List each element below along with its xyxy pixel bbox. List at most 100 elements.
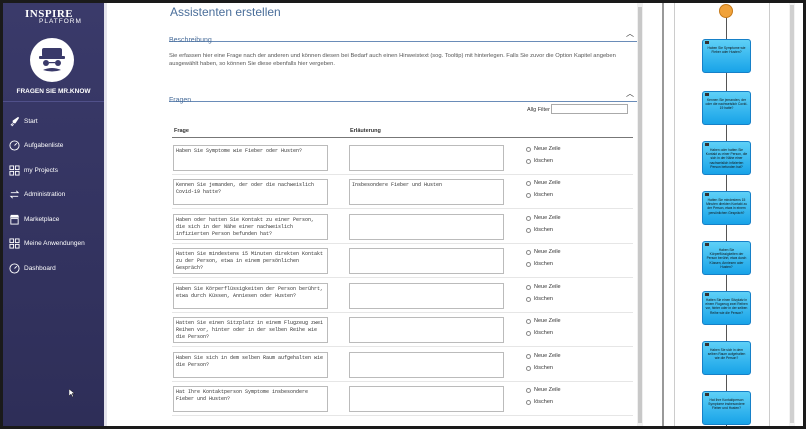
new-row-label: Neue Zeile: [534, 180, 561, 186]
flow-node[interactable]: Hatten Sie mindestens 15 Minuten direkte…: [702, 191, 751, 225]
radio-icon[interactable]: [526, 296, 531, 302]
task-icon: [705, 41, 709, 44]
explanation-field[interactable]: [349, 317, 504, 343]
sidebar-item-marketplace[interactable]: Marketplace: [8, 207, 85, 232]
new-row-option[interactable]: Neue Zeile: [526, 146, 561, 152]
new-row-option[interactable]: Neue Zeile: [526, 284, 561, 290]
page-title: Assistenten erstellen: [170, 5, 281, 19]
section-fragen[interactable]: Fragen ︿: [169, 88, 637, 104]
sidebar-item-my-projects[interactable]: my Projects: [8, 158, 85, 183]
question-field[interactable]: Haben Sie Körperflüssigkeiten der Person…: [173, 283, 328, 309]
radio-icon[interactable]: [526, 387, 531, 393]
question-field[interactable]: Haben oder hatten Sie Kontakt zu einer P…: [173, 214, 328, 240]
new-row-option[interactable]: Neue Zeile: [526, 353, 561, 359]
explanation-field[interactable]: [349, 386, 504, 412]
radio-icon[interactable]: [526, 353, 531, 359]
sidebar-item-label: Meine Anwendungen: [24, 240, 85, 248]
radio-icon[interactable]: [526, 158, 531, 164]
delete-option[interactable]: löschen: [526, 365, 553, 371]
new-row-option[interactable]: Neue Zeile: [526, 249, 561, 255]
row-divider: [172, 208, 633, 209]
question-field[interactable]: Hat Ihre Kontaktperson Symptome insbeson…: [173, 386, 328, 412]
new-row-label: Neue Zeile: [534, 318, 561, 324]
radio-icon[interactable]: [526, 192, 531, 198]
new-row-option[interactable]: Neue Zeile: [526, 180, 561, 186]
flow-node[interactable]: Haben oder hatten Sie Kontakt zu einer P…: [702, 141, 751, 175]
radio-icon[interactable]: [526, 284, 531, 290]
sidebar-item-aufgabenliste[interactable]: Aufgabenliste: [8, 134, 85, 159]
mr-know-avatar-icon: [39, 48, 65, 72]
delete-option[interactable]: löschen: [526, 261, 553, 267]
user-name: FRAGEN SIE MR.KNOW: [16, 88, 91, 95]
radio-icon[interactable]: [526, 215, 531, 221]
row-divider: [172, 415, 633, 416]
main-content: Assistenten erstellen Beschreibung ︿ Sie…: [104, 3, 662, 426]
radio-icon[interactable]: [526, 365, 531, 371]
grid-icon: [8, 238, 20, 250]
delete-option[interactable]: löschen: [526, 296, 553, 302]
table-row: Haben Sie Symptome wie Fieber oder Huste…: [172, 141, 633, 175]
sidebar-item-start[interactable]: Start: [8, 109, 85, 134]
new-row-option[interactable]: Neue Zeile: [526, 215, 561, 221]
flow-node[interactable]: Haben Sie Symptome wie Fieber oder Huste…: [702, 39, 751, 73]
flow-node[interactable]: Haben Sie sich in dem selben Raum aufgeh…: [702, 341, 751, 375]
flow-node-label: Haben oder hatten Sie Kontakt zu einer P…: [705, 148, 748, 169]
section-beschreibung[interactable]: Beschreibung ︿: [169, 28, 637, 44]
radio-icon[interactable]: [526, 330, 531, 336]
delete-option[interactable]: löschen: [526, 192, 553, 198]
gauge-icon: [8, 140, 20, 152]
new-row-option[interactable]: Neue Zeile: [526, 318, 561, 324]
radio-icon[interactable]: [526, 227, 531, 233]
delete-option[interactable]: löschen: [526, 158, 553, 164]
scrollbar-thumb[interactable]: [790, 5, 794, 423]
radio-icon[interactable]: [526, 180, 531, 186]
app-window: INSPIRE PLATFORM FRAGEN SIE MR.KNOW Star…: [3, 3, 803, 426]
delete-option[interactable]: löschen: [526, 399, 553, 405]
chevron-up-icon[interactable]: ︿: [626, 88, 634, 99]
sidebar-item-meine-anwendungen[interactable]: Meine Anwendungen: [8, 232, 85, 257]
task-icon: [705, 193, 709, 196]
flow-node[interactable]: Hatten Sie einen Sitzplatz in einem Flug…: [702, 291, 751, 325]
delete-label: löschen: [534, 330, 553, 336]
content-scrollbar[interactable]: [637, 3, 643, 426]
flow-node[interactable]: Kennen Sie jemanden, der oder die nachwe…: [702, 91, 751, 125]
question-field[interactable]: Haben Sie Symptome wie Fieber oder Huste…: [173, 145, 328, 171]
chevron-up-icon[interactable]: ︿: [626, 28, 634, 39]
sidebar-item-administration[interactable]: Administration: [8, 183, 85, 208]
new-row-label: Neue Zeile: [534, 146, 561, 152]
radio-icon[interactable]: [526, 318, 531, 324]
question-field[interactable]: Kennen Sie jemanden, der oder die nachwe…: [173, 179, 328, 205]
avatar[interactable]: [30, 38, 74, 82]
scrollbar-thumb[interactable]: [638, 7, 642, 423]
sidebar-item-label: Administration: [24, 191, 66, 199]
question-field[interactable]: Hatten Sie einen Sitzplatz in einem Flug…: [173, 317, 328, 343]
flow-scrollbar[interactable]: [789, 3, 795, 426]
explanation-field[interactable]: [349, 352, 504, 378]
delete-option[interactable]: löschen: [526, 227, 553, 233]
flow-start-node[interactable]: [719, 4, 733, 18]
table-header-divider: [172, 137, 633, 138]
radio-icon[interactable]: [526, 399, 531, 405]
brand-logo[interactable]: INSPIRE PLATFORM: [25, 8, 93, 32]
explanation-field[interactable]: [349, 283, 504, 309]
delete-label: löschen: [534, 296, 553, 302]
radio-icon[interactable]: [526, 261, 531, 267]
cycle-icon: [8, 189, 20, 201]
flow-node[interactable]: Hat Ihre Kontaktperson Symptome insbeson…: [702, 391, 751, 425]
filter-input[interactable]: [551, 104, 628, 114]
section-label: Beschreibung: [169, 37, 212, 44]
explanation-field[interactable]: [349, 145, 504, 171]
explanation-field[interactable]: [349, 248, 504, 274]
sidebar-item-label: Aufgabenliste: [24, 142, 64, 150]
delete-option[interactable]: löschen: [526, 330, 553, 336]
new-row-option[interactable]: Neue Zeile: [526, 387, 561, 393]
radio-icon[interactable]: [526, 249, 531, 255]
explanation-field[interactable]: Insbesondere Fieber und Husten: [349, 179, 504, 205]
flow-node[interactable]: Haben Sie Körperflüssigkeiten der Person…: [702, 241, 751, 275]
flow-node-label: Hatten Sie einen Sitzplatz in einem Flug…: [705, 298, 748, 315]
question-field[interactable]: Hatten Sie mindestens 15 Minuten direkte…: [173, 248, 328, 274]
explanation-field[interactable]: [349, 214, 504, 240]
sidebar-item-dashboard[interactable]: Dashboard: [8, 256, 85, 281]
radio-icon[interactable]: [526, 146, 531, 152]
question-field[interactable]: Haben Sie sich in dem selben Raum aufgeh…: [173, 352, 328, 378]
